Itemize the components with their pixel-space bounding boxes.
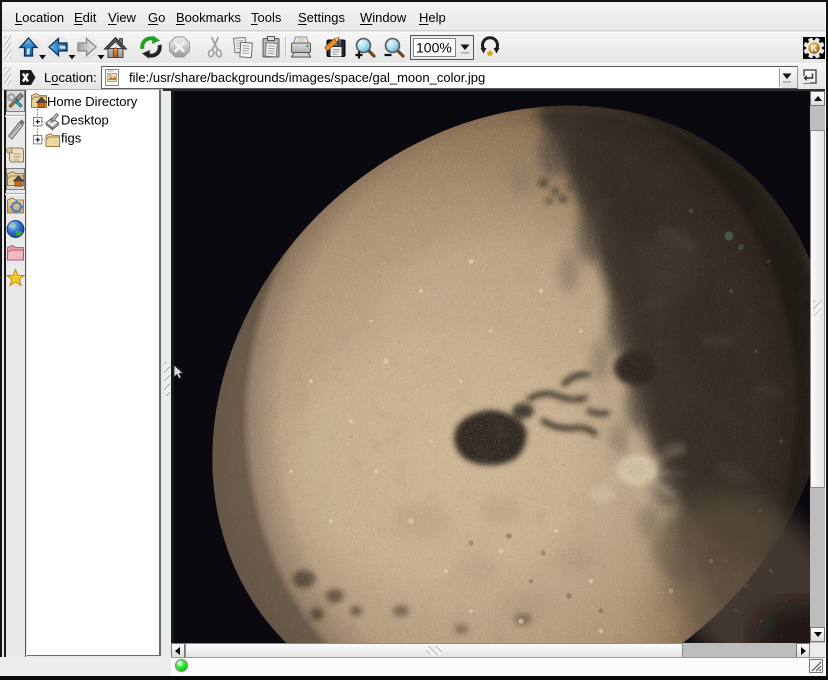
- svg-text:K: K: [811, 44, 818, 55]
- svg-text:100%: 100%: [416, 40, 452, 56]
- svg-text:figs: figs: [61, 131, 82, 146]
- svg-text:Desktop: Desktop: [61, 113, 109, 128]
- svg-text:Home Directory: Home Directory: [47, 94, 138, 109]
